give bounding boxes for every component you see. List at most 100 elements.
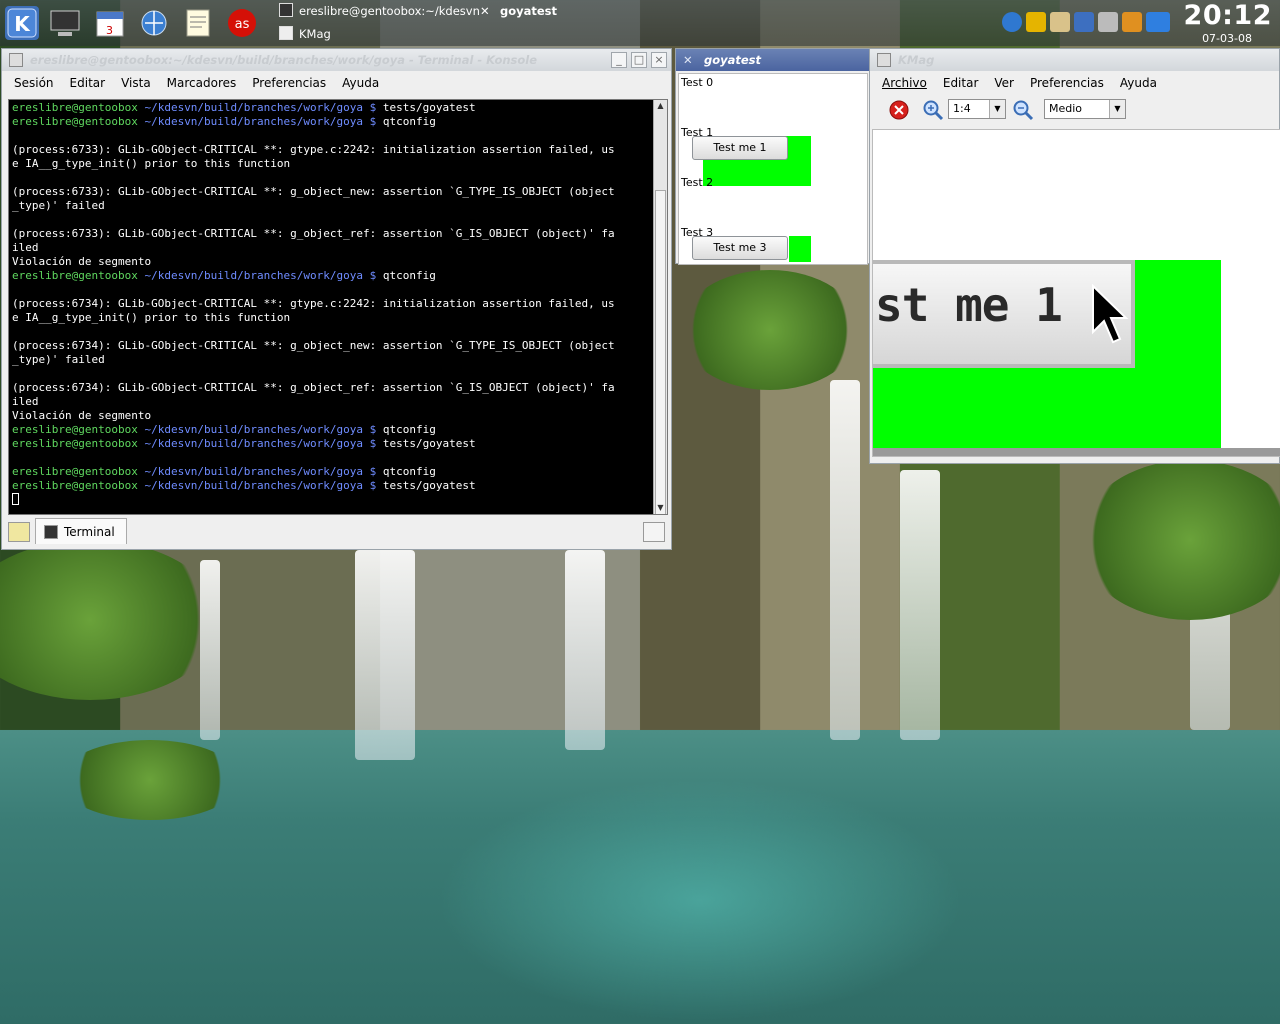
network-tray-icon[interactable] — [1002, 12, 1022, 32]
terminal-line: Violación de segmento — [12, 409, 152, 422]
menu-archivo[interactable]: Archivo — [874, 76, 935, 90]
prompt-path: ~/kdesvn/build/branches/work/goya $ — [144, 115, 383, 128]
terminal-line: (process:6733): GLib-GObject-CRITICAL **… — [12, 185, 615, 198]
test-me-3-button[interactable]: Test me 3 — [692, 236, 788, 260]
scroll-down-icon[interactable]: ▼ — [654, 502, 667, 514]
kmag-titlebar[interactable]: KMag — [870, 49, 1279, 71]
svg-text:3: 3 — [106, 24, 113, 37]
menu-sesion[interactable]: Sesión — [6, 76, 62, 90]
stop-icon[interactable] — [888, 99, 910, 121]
menu-marcadores[interactable]: Marcadores — [159, 76, 245, 90]
new-session-icon[interactable] — [8, 522, 30, 542]
menu-editar[interactable]: Editar — [935, 76, 987, 90]
date: 07-03-08 — [1202, 32, 1252, 45]
session-tabbar: Terminal — [2, 517, 671, 549]
display-tray-icon[interactable] — [1098, 12, 1118, 32]
command: qtconfig — [382, 465, 436, 478]
minimize-button[interactable]: _ — [611, 52, 627, 68]
window-title: ereslibre@gentoobox:~/kdesvn/build/branc… — [30, 53, 538, 67]
users-tray-icon[interactable] — [1074, 12, 1094, 32]
x-icon: ✕ — [480, 4, 490, 18]
waterfall — [355, 550, 415, 760]
text-cursor — [12, 493, 19, 505]
terminal-line: _type)' failed — [12, 199, 105, 212]
prompt-user: ereslibre@gentoobox — [12, 465, 145, 478]
view-edge — [873, 448, 1280, 456]
goyatest-window: ✕ goyatest Test 0 Test 1 Test me 1 Test … — [675, 48, 871, 265]
tab-label: Terminal — [64, 525, 115, 539]
konsole-titlebar[interactable]: ereslibre@gentoobox:~/kdesvn/build/branc… — [2, 49, 671, 71]
prompt-user: ereslibre@gentoobox — [12, 115, 145, 128]
command: tests/goyatest — [382, 101, 476, 114]
tab-terminal[interactable]: Terminal — [35, 518, 127, 544]
zoom-value: 1:4 — [953, 102, 971, 115]
kde-menu-icon[interactable]: K — [5, 6, 39, 40]
zoom-select[interactable]: 1:4 ▼ — [948, 99, 1006, 119]
clock[interactable]: 20:12 — [1184, 0, 1272, 31]
kmag-toolbar: 1:4 ▼ Medio ▼ — [870, 95, 1279, 125]
menu-preferencias[interactable]: Preferencias — [1022, 76, 1112, 90]
task-label: KMag — [299, 27, 331, 41]
svg-text:K: K — [14, 12, 31, 36]
task-goyatest[interactable]: ✕ goyatest — [480, 1, 557, 21]
terminal-line: ereslibre@gentoobox ~/kdesvn/build/branc… — [12, 423, 650, 437]
chevron-down-icon: ▼ — [1109, 100, 1125, 118]
web-browser-icon[interactable] — [137, 6, 171, 40]
clipboard-tray-icon[interactable] — [1050, 12, 1070, 32]
klipper-tray-icon[interactable] — [1026, 12, 1046, 32]
close-button[interactable]: × — [651, 52, 667, 68]
terminal-line: ereslibre@gentoobox ~/kdesvn/build/branc… — [12, 479, 650, 493]
terminal-line: ereslibre@gentoobox ~/kdesvn/build/branc… — [12, 465, 650, 479]
terminal-line: e IA__g_type_init() prior to this functi… — [12, 157, 291, 170]
monitor-tray-icon[interactable] — [1146, 12, 1170, 32]
terminal-line: ereslibre@gentoobox ~/kdesvn/build/branc… — [12, 115, 650, 129]
label-test-0: Test 0 — [681, 76, 714, 89]
terminal-scrollbar[interactable]: ▲ ▼ — [653, 100, 667, 514]
menu-vista[interactable]: Vista — [113, 76, 159, 90]
task-konsole[interactable]: ereslibre@gentoobox:~/kdesvn — [279, 1, 480, 21]
task-kmag[interactable]: KMag — [279, 24, 331, 44]
menu-editar[interactable]: Editar — [62, 76, 114, 90]
refresh-select[interactable]: Medio ▼ — [1044, 99, 1126, 119]
foliage — [60, 740, 240, 820]
menu-ayuda[interactable]: Ayuda — [1112, 76, 1165, 90]
magnified-button: st me 1 — [873, 260, 1135, 368]
prompt-user: ereslibre@gentoobox — [12, 437, 145, 450]
terminal-output[interactable]: ereslibre@gentoobox ~/kdesvn/build/branc… — [8, 99, 668, 515]
menu-ver[interactable]: Ver — [986, 76, 1022, 90]
zoom-out-icon[interactable] — [1012, 99, 1034, 121]
terminal-line: ereslibre@gentoobox ~/kdesvn/build/branc… — [12, 437, 650, 451]
maximize-button[interactable]: □ — [631, 52, 647, 68]
magnifier-icon — [877, 53, 891, 67]
terminal-line: iled — [12, 241, 39, 254]
window-title: KMag — [898, 53, 935, 67]
calendar-icon[interactable]: 3 — [93, 6, 127, 40]
magnified-view[interactable]: st me 1 — [872, 129, 1280, 457]
x-icon: ✕ — [683, 53, 693, 67]
computer-icon[interactable] — [48, 6, 82, 40]
scroll-thumb[interactable] — [655, 190, 666, 514]
text-editor-icon[interactable] — [181, 6, 215, 40]
refresh-value: Medio — [1049, 102, 1083, 115]
scroll-up-icon[interactable]: ▲ — [654, 100, 667, 112]
goyatest-titlebar[interactable]: ✕ goyatest — [676, 49, 870, 71]
zoom-in-icon[interactable] — [922, 99, 944, 121]
terminal-text: ereslibre@gentoobox ~/kdesvn/build/branc… — [12, 101, 650, 507]
close-session-icon[interactable] — [643, 522, 665, 542]
konsole-menubar: Sesión Editar Vista Marcadores Preferenc… — [2, 71, 671, 95]
terminal-line: (process:6734): GLib-GObject-CRITICAL **… — [12, 297, 615, 310]
menu-preferencias[interactable]: Preferencias — [244, 76, 334, 90]
menu-ayuda[interactable]: Ayuda — [334, 76, 387, 90]
command: qtconfig — [382, 269, 436, 282]
folder-tray-icon[interactable] — [1122, 12, 1142, 32]
terminal-line: (process:6734): GLib-GObject-CRITICAL **… — [12, 339, 615, 352]
terminal-icon — [44, 525, 58, 539]
prompt-path: ~/kdesvn/build/branches/work/goya $ — [144, 423, 383, 436]
test-me-1-button[interactable]: Test me 1 — [692, 136, 788, 160]
terminal-line — [12, 493, 650, 507]
foliage — [1080, 460, 1280, 620]
lastfm-icon[interactable]: as — [225, 6, 259, 40]
